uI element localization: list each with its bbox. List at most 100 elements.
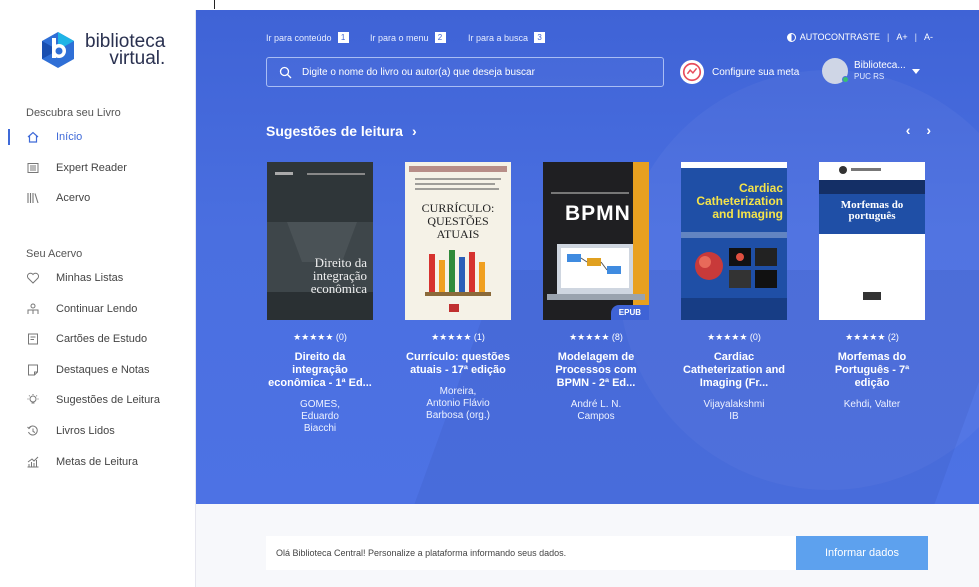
search-box — [266, 57, 664, 87]
hero-banner: Ir para conteúdo 1 Ir para o menu 2 Ir p… — [196, 10, 979, 504]
reader-icon — [26, 302, 40, 316]
goal-label: Configure sua meta — [712, 66, 800, 78]
rating-count: (1) — [473, 332, 485, 342]
book-title-line: Catheterization and — [682, 364, 786, 376]
book-author-line: Biacchi — [303, 423, 337, 434]
book-author-line: Vijayalakshmi — [703, 399, 765, 410]
rating: ★★★★★ (0) — [680, 332, 788, 343]
book-author: André L. N. Campos — [542, 399, 650, 423]
heart-icon — [26, 271, 40, 285]
skip-link-search[interactable]: Ir para a busca 3 — [468, 32, 546, 43]
book-title-line: Processos com — [555, 364, 637, 376]
carousel-next-button[interactable]: › — [926, 122, 931, 138]
book-cover[interactable]: Cardiac Catheterization and Imaging — [681, 162, 787, 320]
book-carousel: Direito da integração econômica ★★★★★ (0… — [266, 162, 936, 462]
sidebar-item-minhas-listas[interactable]: Minhas Listas — [8, 267, 194, 289]
rating: ★★★★★ (1) — [404, 332, 512, 343]
book-author-line: Campos — [577, 411, 615, 422]
book-author: Kehdi, Valter — [818, 399, 926, 411]
carousel-arrows: ‹ › — [894, 122, 931, 138]
book-card[interactable]: Cardiac Catheterization and Imaging ★★★★… — [680, 162, 788, 423]
book-title[interactable]: Direito da integração econômica - 1ª Ed.… — [266, 351, 374, 390]
separator: | — [914, 32, 917, 42]
skip-link-menu[interactable]: Ir para o menu 2 — [370, 32, 446, 43]
star-rating-icon: ★★★★★ — [431, 332, 472, 342]
book-title[interactable]: Morfemas do Português - 7ª edição — [818, 351, 926, 390]
rating: ★★★★★ (0) — [266, 332, 374, 343]
book-cover[interactable]: CURRÍCULO: QUESTÕES ATUAIS — [405, 162, 511, 320]
book-author-line: IB — [729, 411, 739, 422]
library-icon — [26, 191, 40, 205]
sidebar-item-acervo[interactable]: Acervo — [8, 187, 194, 209]
sidebar-item-label: Cartões de Estudo — [56, 333, 148, 345]
user-name: Biblioteca... — [854, 60, 906, 71]
chevron-right-icon: › — [411, 123, 417, 139]
carousel-prev-button[interactable]: ‹ — [906, 122, 911, 138]
sidebar: biblioteca virtual. Descubra seu Livro I… — [8, 10, 196, 587]
logo[interactable]: biblioteca virtual. — [38, 30, 165, 70]
skip-link-label: Ir para a busca — [468, 32, 529, 43]
book-title-line: integração — [292, 364, 348, 376]
sidebar-item-continuar-lendo[interactable]: Continuar Lendo — [8, 298, 194, 320]
logo-text: biblioteca virtual. — [85, 32, 166, 69]
logo-icon — [42, 32, 74, 68]
profile-notice: Olá Biblioteca Central! Personalize a pl… — [266, 536, 796, 570]
sidebar-item-metas-de-leitura[interactable]: Metas de Leitura — [8, 451, 194, 473]
sidebar-item-label: Sugestões de Leitura — [56, 394, 160, 406]
font-increase-button[interactable]: A+ — [896, 32, 907, 42]
book-author: Vijayalakshmi IB — [680, 399, 788, 423]
book-title[interactable]: Cardiac Catheterization and Imaging (Fr.… — [680, 351, 788, 390]
sidebar-item-cartoes-de-estudo[interactable]: Cartões de Estudo — [8, 328, 194, 350]
sidebar-item-label: Metas de Leitura — [56, 456, 138, 468]
font-decrease-button[interactable]: A- — [924, 32, 933, 42]
configure-goal-button[interactable]: Configure sua meta — [680, 60, 799, 84]
accessibility-controls: AUTOCONTRASTE | A+ | A- — [786, 32, 933, 42]
sidebar-item-label: Início — [56, 131, 83, 143]
informar-dados-button[interactable]: Informar dados — [796, 536, 928, 570]
contrast-icon — [786, 32, 796, 42]
lightbulb-icon — [26, 393, 40, 407]
sidebar-item-inicio[interactable]: Início — [8, 126, 194, 148]
epub-badge: EPUB — [610, 305, 649, 320]
suggestions-title[interactable]: Sugestões de leitura › — [266, 123, 417, 139]
sidebar-item-label: Destaques e Notas — [56, 364, 150, 376]
sidebar-item-livros-lidos[interactable]: Livros Lidos — [8, 420, 194, 442]
search-input[interactable] — [302, 66, 642, 78]
sidebar-item-label: Expert Reader — [56, 162, 127, 174]
book-title[interactable]: Currículo: questões atuais - 17ª edição — [404, 351, 512, 377]
notes-icon — [26, 363, 40, 377]
book-cover[interactable]: Direito da integração econômica — [267, 162, 373, 320]
rating-count: (8) — [611, 332, 623, 342]
book-title[interactable]: Modelagem de Processos com BPMN - 2ª Ed.… — [542, 351, 650, 390]
book-title-line: Modelagem de — [557, 351, 635, 363]
star-rating-icon: ★★★★★ — [293, 332, 334, 342]
book-title-line: edição — [854, 377, 890, 389]
sidebar-item-label: Continuar Lendo — [56, 303, 138, 315]
autocontrast-button[interactable]: AUTOCONTRASTE — [800, 32, 880, 42]
book-author: Moreira, Antonio Flávio Barbosa (org.) — [404, 386, 512, 422]
skip-link-key: 3 — [534, 32, 546, 43]
book-card[interactable]: CURRÍCULO: QUESTÕES ATUAIS ★★★★★ (1) Cur… — [404, 162, 512, 422]
book-cover[interactable]: Morfemas do português — [819, 162, 925, 320]
star-rating-icon: ★★★★★ — [569, 332, 610, 342]
skip-link-key: 2 — [434, 32, 446, 43]
book-author-line: André L. N. — [570, 399, 622, 410]
sidebar-item-expert-reader[interactable]: Expert Reader — [8, 157, 194, 179]
logo-line2: virtual. — [109, 48, 166, 69]
book-title-line: Direito da — [294, 351, 346, 363]
sidebar-item-sugestoes-de-leitura[interactable]: Sugestões de Leitura — [8, 389, 194, 411]
rating: ★★★★★ (8) — [542, 332, 650, 343]
skip-link-label: Ir para o menu — [370, 32, 429, 43]
book-card[interactable]: Direito da integração econômica ★★★★★ (0… — [266, 162, 374, 435]
cover-title: Direito da integração econômica — [310, 255, 367, 296]
user-menu[interactable]: Biblioteca... PUC RS — [822, 58, 920, 84]
list-icon — [26, 161, 40, 175]
online-status-dot — [842, 76, 849, 83]
sidebar-item-label: Livros Lidos — [56, 425, 115, 437]
book-cover[interactable]: BPMN EPUB — [543, 162, 649, 320]
sidebar-item-destaques-e-notas[interactable]: Destaques e Notas — [8, 359, 194, 381]
book-card[interactable]: BPMN EPUB ★★★★★ (8) Modelagem de Process… — [542, 162, 650, 423]
skip-link-content[interactable]: Ir para conteúdo 1 — [266, 32, 349, 43]
book-card[interactable]: Morfemas do português ★★★★★ (2) Morfemas… — [818, 162, 926, 411]
profile-notice-section: Olá Biblioteca Central! Personalize a pl… — [196, 504, 979, 587]
